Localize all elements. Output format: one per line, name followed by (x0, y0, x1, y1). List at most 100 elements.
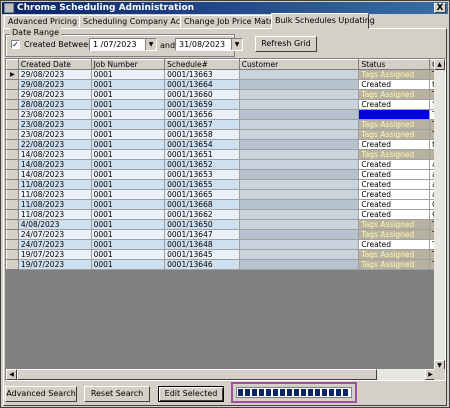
column-header-created-date[interactable]: Created Date (17, 59, 92, 70)
job-number-cell[interactable]: 0001 (90, 229, 166, 240)
created-date-cell[interactable]: 11/08/2023 (17, 209, 92, 220)
row-header-cell[interactable] (6, 169, 19, 180)
status-cell[interactable]: Created (358, 209, 431, 220)
status-cell[interactable]: Tags Assigned (358, 119, 431, 130)
table-row[interactable]: 23/08/202300010001/13657Tags AssignedT8 (6, 119, 445, 130)
table-row[interactable]: 11/08/202300010001/13668CreatedO. (6, 199, 445, 210)
job-number-cell[interactable]: 0001 (90, 149, 166, 160)
table-row[interactable]: 11/08/202300010001/13662CreatedO. (6, 209, 445, 220)
job-number-cell[interactable]: 0001 (90, 139, 166, 150)
created-date-cell[interactable]: 23/08/2023 (17, 109, 92, 120)
created-date-cell[interactable]: 11/08/2023 (17, 179, 92, 190)
job-number-cell[interactable]: 0001 (90, 159, 166, 170)
row-header-cell[interactable] (6, 229, 19, 240)
row-header-cell[interactable] (6, 249, 19, 260)
job-number-cell[interactable]: 0001 (90, 209, 166, 220)
customer-cell-redacted[interactable] (238, 89, 360, 100)
created-date-cell[interactable]: 29/08/2023 (17, 79, 92, 90)
row-header-cell[interactable] (6, 109, 19, 120)
row-header-cell[interactable] (6, 139, 19, 150)
table-row[interactable]: 14/08/202300010001/13653Createdas (6, 169, 445, 180)
schedule-cell[interactable]: 0001/13664 (164, 79, 240, 90)
customer-cell-redacted[interactable] (238, 69, 360, 80)
created-date-cell[interactable]: 4/08/2023 (17, 219, 92, 230)
customer-cell-redacted[interactable] (238, 109, 360, 120)
customer-cell-redacted[interactable] (238, 159, 360, 170)
job-number-cell[interactable]: 0001 (90, 189, 166, 200)
row-header-cell[interactable] (6, 159, 19, 170)
table-row[interactable]: 24/07/202300010001/13647Tags AssignedT8 (6, 229, 445, 240)
job-number-cell[interactable]: 0001 (90, 219, 166, 230)
table-row[interactable]: 24/07/202300010001/13648CreatedT8 (6, 239, 445, 250)
status-cell[interactable]: Tags Assigned (358, 129, 431, 140)
status-cell[interactable]: Created (358, 239, 431, 250)
created-date-cell[interactable]: 29/08/2023 (17, 89, 92, 100)
created-date-cell[interactable]: 14/08/2023 (17, 149, 92, 160)
row-header-cell[interactable] (6, 259, 19, 270)
status-cell[interactable]: Created (358, 159, 431, 170)
job-number-cell[interactable]: 0001 (90, 129, 166, 140)
schedule-cell[interactable]: 0001/13668 (164, 199, 240, 210)
schedule-cell[interactable]: 0001/13656 (164, 109, 240, 120)
table-row[interactable]: ▶29/08/202300010001/13663Tags AssignedTe (6, 69, 445, 80)
schedule-cell[interactable]: 0001/13660 (164, 89, 240, 100)
row-header-cell[interactable] (6, 179, 19, 190)
job-number-cell[interactable]: 0001 (90, 199, 166, 210)
schedule-cell[interactable]: 0001/13652 (164, 159, 240, 170)
status-cell[interactable]: Created (358, 179, 431, 190)
status-cell[interactable]: Tags Assigned (358, 259, 431, 270)
table-row[interactable]: 11/08/202300010001/13655Createdas (6, 179, 445, 190)
customer-cell-redacted[interactable] (238, 79, 360, 90)
table-row[interactable]: 23/08/202300010001/13656Te (6, 109, 445, 120)
tab-bulk-schedules-updating[interactable]: Bulk Schedules Updating (271, 13, 375, 29)
schedule-cell[interactable]: 0001/13657 (164, 119, 240, 130)
tab-change-job-price-matrix[interactable]: Change Job Price Matrix (180, 15, 279, 28)
close-button[interactable]: X (434, 3, 446, 13)
created-date-cell[interactable]: 19/07/2023 (17, 249, 92, 260)
status-cell[interactable]: Tags Assigned (358, 249, 431, 260)
created-date-cell[interactable]: 24/07/2023 (17, 239, 92, 250)
created-between-checkbox[interactable]: ✓ (11, 40, 20, 49)
status-cell[interactable]: Created (358, 189, 431, 200)
status-cell[interactable]: Tags Assigned (358, 89, 431, 100)
tab-advanced-pricing[interactable]: Advanced Pricing (4, 15, 80, 28)
created-date-cell[interactable]: 23/08/2023 (17, 119, 92, 130)
row-header-cell[interactable] (6, 239, 19, 250)
status-cell[interactable]: Tags Assigned (358, 219, 431, 230)
created-date-cell[interactable]: 19/07/2023 (17, 259, 92, 270)
schedules-grid[interactable]: Created Date Job Number Schedule# Custom… (5, 58, 446, 381)
job-number-cell[interactable]: 0001 (90, 79, 166, 90)
horizontal-scrollbar[interactable]: ◀ ▶ (6, 369, 436, 380)
tab-scheduling-company-access[interactable]: Scheduling Company Access (79, 15, 198, 28)
created-date-cell[interactable]: 24/07/2023 (17, 229, 92, 240)
table-row[interactable]: 19/07/202300010001/13646Tags AssignedT8 (6, 259, 445, 270)
job-number-cell[interactable]: 0001 (90, 239, 166, 250)
customer-cell-redacted[interactable] (238, 219, 360, 230)
status-cell[interactable]: Tags Assigned (358, 229, 431, 240)
row-header-cell[interactable] (6, 149, 19, 160)
job-number-cell[interactable]: 0001 (90, 169, 166, 180)
schedule-cell[interactable]: 0001/13659 (164, 99, 240, 110)
schedule-cell[interactable]: 0001/13646 (164, 259, 240, 270)
schedule-cell[interactable]: 0001/13645 (164, 249, 240, 260)
edit-selected-button[interactable]: Edit Selected (158, 386, 224, 402)
row-header-cell[interactable] (6, 209, 19, 220)
from-date-picker[interactable]: 1 /07/2023 ▼ (89, 38, 157, 51)
schedule-cell[interactable]: 0001/13648 (164, 239, 240, 250)
status-cell[interactable]: Created (358, 199, 431, 210)
status-cell[interactable]: Created (358, 99, 431, 110)
row-header-cell[interactable]: ▶ (6, 69, 19, 80)
status-cell[interactable]: Created (358, 139, 431, 150)
customer-cell-redacted[interactable] (238, 199, 360, 210)
job-number-cell[interactable]: 0001 (90, 69, 166, 80)
customer-cell-redacted[interactable] (238, 139, 360, 150)
to-date-picker[interactable]: 31/08/2023 ▼ (175, 38, 243, 51)
created-date-cell[interactable]: 11/08/2023 (17, 189, 92, 200)
scroll-up-icon[interactable]: ▲ (434, 59, 445, 70)
job-number-cell[interactable]: 0001 (90, 259, 166, 270)
schedule-cell[interactable]: 0001/13655 (164, 179, 240, 190)
vertical-scrollbar[interactable]: ▲ ▼ (434, 59, 445, 371)
table-row[interactable]: 23/08/202300010001/13658Tags AssignedT8 (6, 129, 445, 140)
schedule-cell[interactable]: 0001/13662 (164, 209, 240, 220)
customer-cell-redacted[interactable] (238, 149, 360, 160)
